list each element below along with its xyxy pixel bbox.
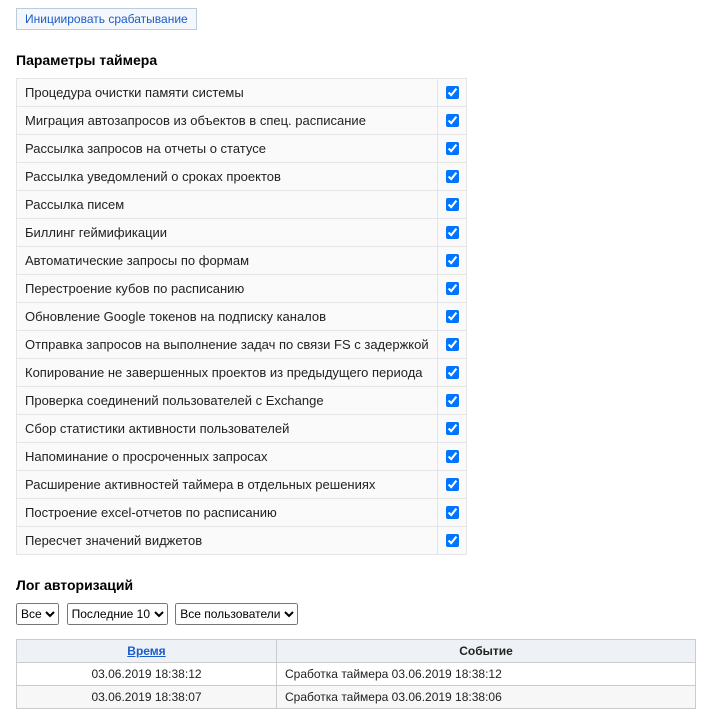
param-checkbox-cell — [437, 191, 466, 219]
param-checkbox[interactable] — [446, 366, 459, 379]
auth-log-heading: Лог авторизаций — [16, 577, 695, 593]
param-row: Построение excel-отчетов по расписанию — [17, 499, 467, 527]
log-col-event: Событие — [277, 640, 696, 663]
param-checkbox-cell — [437, 527, 466, 555]
param-label: Миграция автозапросов из объектов в спец… — [17, 107, 438, 135]
log-event-cell: Сработка таймера 03.06.2019 18:38:06 — [277, 686, 696, 709]
log-filters: Все Последние 10 Все пользователи — [16, 603, 695, 625]
param-label: Рассылка писем — [17, 191, 438, 219]
param-checkbox-cell — [437, 275, 466, 303]
param-label: Перестроение кубов по расписанию — [17, 275, 438, 303]
timer-params-table: Процедура очистки памяти системыМиграция… — [16, 78, 467, 555]
log-event-cell: Сработка таймера 03.06.2019 18:38:12 — [277, 663, 696, 686]
param-row: Рассылка запросов на отчеты о статусе — [17, 135, 467, 163]
param-checkbox[interactable] — [446, 310, 459, 323]
param-row: Биллинг геймификации — [17, 219, 467, 247]
param-label: Рассылка уведомлений о сроках проектов — [17, 163, 438, 191]
param-checkbox-cell — [437, 499, 466, 527]
param-checkbox[interactable] — [446, 338, 459, 351]
filter-count-select[interactable]: Последние 10 — [67, 603, 168, 625]
log-time-cell: 03.06.2019 18:38:12 — [17, 663, 277, 686]
param-checkbox[interactable] — [446, 142, 459, 155]
param-row: Напоминание о просроченных запросах — [17, 443, 467, 471]
param-checkbox-cell — [437, 247, 466, 275]
param-label: Проверка соединений пользователей с Exch… — [17, 387, 438, 415]
param-checkbox[interactable] — [446, 450, 459, 463]
log-time-cell: 03.06.2019 18:38:07 — [17, 686, 277, 709]
param-checkbox-cell — [437, 79, 466, 107]
param-checkbox-cell — [437, 387, 466, 415]
param-row: Обновление Google токенов на подписку ка… — [17, 303, 467, 331]
param-checkbox-cell — [437, 415, 466, 443]
param-checkbox-cell — [437, 359, 466, 387]
param-checkbox[interactable] — [446, 422, 459, 435]
param-checkbox[interactable] — [446, 394, 459, 407]
param-row: Копирование не завершенных проектов из п… — [17, 359, 467, 387]
param-checkbox[interactable] — [446, 170, 459, 183]
param-row: Проверка соединений пользователей с Exch… — [17, 387, 467, 415]
param-checkbox-cell — [437, 471, 466, 499]
param-label: Процедура очистки памяти системы — [17, 79, 438, 107]
param-checkbox-cell — [437, 331, 466, 359]
param-label: Пересчет значений виджетов — [17, 527, 438, 555]
initiate-trigger-button[interactable]: Инициировать срабатывание — [16, 8, 197, 30]
param-label: Копирование не завершенных проектов из п… — [17, 359, 438, 387]
param-checkbox-cell — [437, 107, 466, 135]
filter-user-select[interactable]: Все пользователи — [175, 603, 298, 625]
param-row: Рассылка уведомлений о сроках проектов — [17, 163, 467, 191]
param-checkbox[interactable] — [446, 226, 459, 239]
param-checkbox-cell — [437, 303, 466, 331]
param-label: Расширение активностей таймера в отдельн… — [17, 471, 438, 499]
param-checkbox-cell — [437, 163, 466, 191]
filter-scope-select[interactable]: Все — [16, 603, 59, 625]
param-row: Процедура очистки памяти системы — [17, 79, 467, 107]
param-row: Рассылка писем — [17, 191, 467, 219]
param-checkbox[interactable] — [446, 254, 459, 267]
param-checkbox[interactable] — [446, 198, 459, 211]
param-label: Отправка запросов на выполнение задач по… — [17, 331, 438, 359]
param-checkbox[interactable] — [446, 478, 459, 491]
param-row: Сбор статистики активности пользователей — [17, 415, 467, 443]
param-checkbox[interactable] — [446, 86, 459, 99]
timer-params-heading: Параметры таймера — [16, 52, 695, 68]
param-checkbox[interactable] — [446, 534, 459, 547]
param-checkbox-cell — [437, 443, 466, 471]
param-checkbox[interactable] — [446, 114, 459, 127]
param-label: Автоматические запросы по формам — [17, 247, 438, 275]
param-checkbox[interactable] — [446, 506, 459, 519]
param-row: Пересчет значений виджетов — [17, 527, 467, 555]
param-label: Обновление Google токенов на подписку ка… — [17, 303, 438, 331]
auth-log-table: Время Событие 03.06.2019 18:38:12Сработк… — [16, 639, 696, 709]
param-row: Отправка запросов на выполнение задач по… — [17, 331, 467, 359]
log-row: 03.06.2019 18:38:07Сработка таймера 03.0… — [17, 686, 696, 709]
param-checkbox[interactable] — [446, 282, 459, 295]
log-row: 03.06.2019 18:38:12Сработка таймера 03.0… — [17, 663, 696, 686]
param-row: Миграция автозапросов из объектов в спец… — [17, 107, 467, 135]
param-label: Построение excel-отчетов по расписанию — [17, 499, 438, 527]
param-label: Биллинг геймификации — [17, 219, 438, 247]
param-checkbox-cell — [437, 135, 466, 163]
param-row: Автоматические запросы по формам — [17, 247, 467, 275]
param-checkbox-cell — [437, 219, 466, 247]
param-label: Рассылка запросов на отчеты о статусе — [17, 135, 438, 163]
log-col-time[interactable]: Время — [17, 640, 277, 663]
param-row: Перестроение кубов по расписанию — [17, 275, 467, 303]
param-label: Напоминание о просроченных запросах — [17, 443, 438, 471]
param-row: Расширение активностей таймера в отдельн… — [17, 471, 467, 499]
param-label: Сбор статистики активности пользователей — [17, 415, 438, 443]
